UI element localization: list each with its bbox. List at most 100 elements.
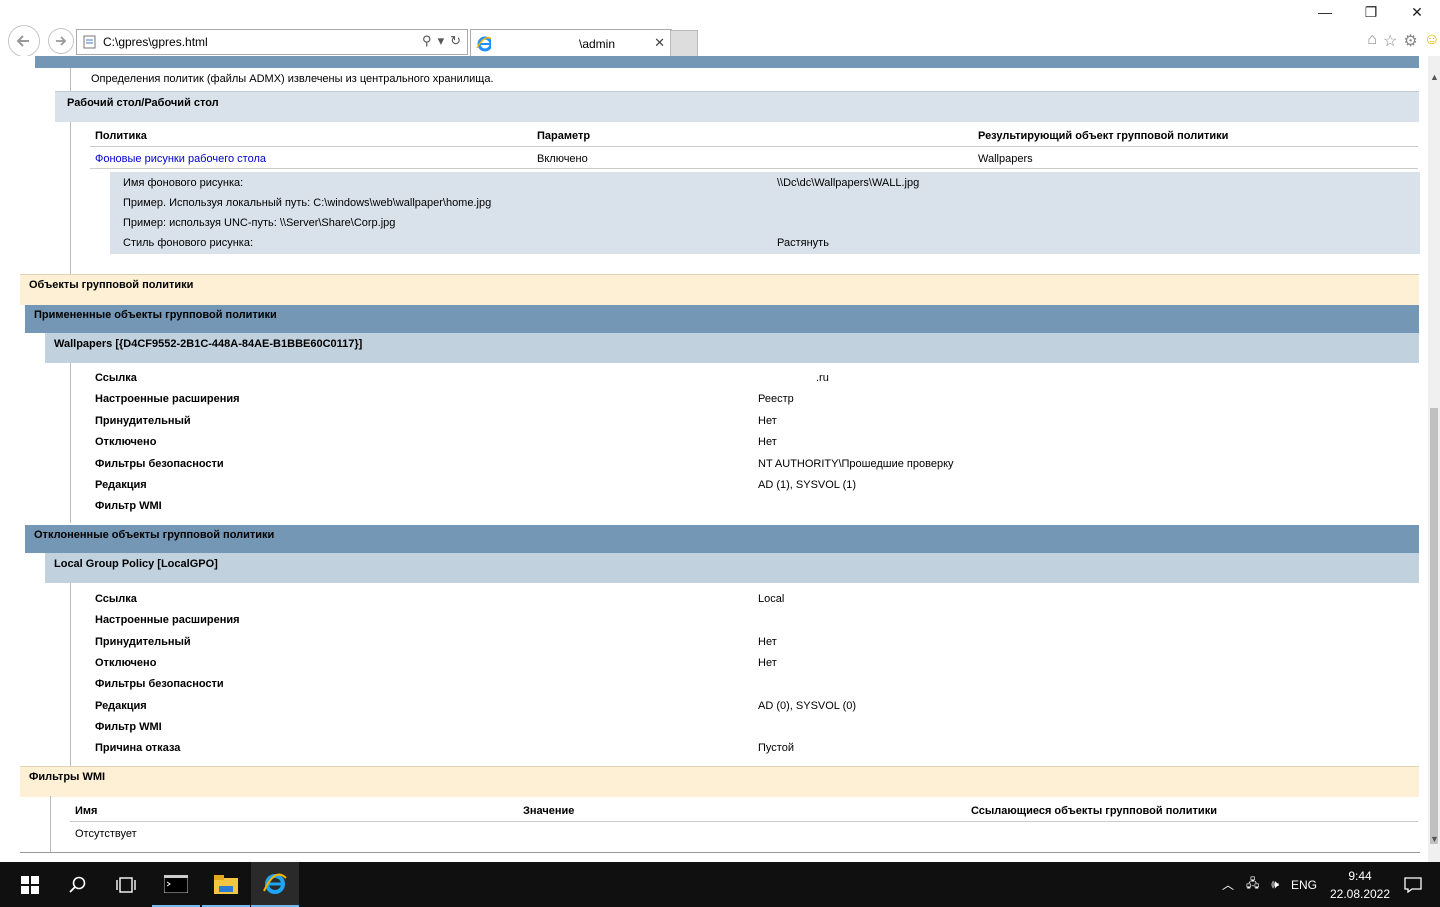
browser-window: C:\gpres\gpres.html ⚲ ▾ ↻ \admin ✕ — ❐ ✕… bbox=[0, 0, 1440, 862]
smiley-icon[interactable]: ☺ bbox=[1424, 31, 1440, 51]
applied-gpo-title: Примененные объекты групповой политики bbox=[34, 309, 277, 321]
notifications-button[interactable] bbox=[1404, 862, 1422, 907]
policy-setting-value: Включено bbox=[537, 153, 588, 165]
vertical-scrollbar[interactable]: ▲ ▼ bbox=[1428, 56, 1440, 862]
search-icon bbox=[69, 876, 86, 893]
network-icon[interactable]: 🖧 bbox=[1246, 874, 1259, 895]
detail-row-value: NT AUTHORITY\Прошедшие проверку bbox=[758, 457, 954, 470]
detail-row-value: AD (1), SYSVOL (1) bbox=[758, 479, 857, 491]
taskbar-ie[interactable] bbox=[251, 862, 299, 907]
detail-row-value: Нет bbox=[758, 635, 777, 648]
search-button[interactable] bbox=[54, 862, 102, 907]
policy-link-wallpaper[interactable]: Фоновые рисунки рабочего стола bbox=[95, 153, 266, 165]
taskbar-cmd[interactable] bbox=[152, 862, 200, 907]
policy-details-box: Имя фонового рисунка: \\Dc\dc\Wallpapers… bbox=[110, 172, 1420, 254]
close-tab-icon[interactable]: ✕ bbox=[654, 35, 665, 51]
detail-row-label: Отключено bbox=[95, 656, 157, 669]
detail-row-label: Редакция bbox=[95, 479, 147, 491]
start-button[interactable] bbox=[6, 862, 54, 907]
col-header-setting: Параметр bbox=[537, 130, 591, 142]
section-header-strip bbox=[35, 56, 1419, 68]
col-header-policy: Политика bbox=[95, 130, 147, 142]
forward-button[interactable] bbox=[48, 28, 74, 54]
clock[interactable]: 9:44 22.08.2022 bbox=[1330, 862, 1390, 907]
applied-gpo-item-header: Wallpapers [{D4CF9552-2B1C-448A-84AE-B1B… bbox=[45, 333, 1419, 363]
notification-icon bbox=[1404, 876, 1422, 893]
scroll-up-icon[interactable]: ▲ bbox=[1430, 72, 1439, 82]
language-indicator[interactable]: ENG bbox=[1291, 878, 1317, 892]
tray-chevron-icon[interactable]: ︿ bbox=[1222, 876, 1234, 893]
wmi-col-value: Значение bbox=[523, 805, 575, 817]
desktop-section-header: Рабочий стол/Рабочий стол bbox=[55, 91, 1419, 122]
page-content: Определения политик (файлы ADMX) извлече… bbox=[0, 56, 1427, 862]
detail-row-label: Ссылка bbox=[95, 372, 137, 384]
detail-row-label: Редакция bbox=[95, 699, 147, 712]
taskbar-explorer[interactable] bbox=[202, 862, 250, 907]
detail-row-label: Фильтры безопасности bbox=[95, 457, 224, 470]
detail-row-value: Нет bbox=[758, 414, 777, 427]
restore-button[interactable]: ❐ bbox=[1348, 4, 1394, 21]
detail-row-label: Ссылка bbox=[95, 593, 137, 605]
file-explorer-icon bbox=[214, 874, 238, 894]
detail-row-value: Нет bbox=[758, 436, 777, 449]
command-prompt-icon bbox=[164, 874, 188, 893]
task-view-icon bbox=[116, 876, 136, 893]
clock-date: 22.08.2022 bbox=[1329, 886, 1391, 901]
applied-gpo-name: Wallpapers [{D4CF9552-2B1C-448A-84AE-B1B… bbox=[54, 338, 363, 350]
detail-label-wallpaper-name: Имя фонового рисунка: bbox=[123, 177, 244, 189]
browser-toolbar: C:\gpres\gpres.html ⚲ ▾ ↻ \admin ✕ — ❐ ✕… bbox=[0, 0, 1440, 64]
detail-row-label: Принудительный bbox=[95, 414, 191, 427]
new-tab-button[interactable] bbox=[670, 30, 698, 57]
page-icon bbox=[83, 35, 96, 49]
desktop-section-title: Рабочий стол/Рабочий стол bbox=[67, 97, 219, 109]
wmi-col-linked-gpos: Ссылающиеся объекты групповой политики bbox=[971, 805, 1217, 817]
home-icon[interactable]: ⌂ bbox=[1367, 31, 1377, 51]
denied-gpo-header: Отклоненные объекты групповой политики bbox=[25, 525, 1419, 553]
dropdown-icon[interactable]: ▾ bbox=[438, 33, 445, 49]
wmi-section-header: Фильтры WMI bbox=[20, 766, 1419, 797]
system-tray: ︿ 🖧 🕪 ENG bbox=[1222, 862, 1317, 907]
detail-row-value: AD (0), SYSVOL (0) bbox=[758, 699, 857, 712]
close-button[interactable]: ✕ bbox=[1394, 4, 1440, 21]
scroll-down-icon[interactable]: ▼ bbox=[1430, 834, 1439, 844]
denied-gpo-item-header: Local Group Policy [LocalGPO] bbox=[45, 553, 1419, 583]
internet-explorer-icon bbox=[263, 873, 287, 894]
search-icon[interactable]: ⚲ bbox=[422, 33, 432, 49]
gpo-section-title: Объекты групповой политики bbox=[29, 279, 194, 291]
detail-row-label: Настроенные расширения bbox=[95, 393, 240, 406]
wmi-section-title: Фильтры WMI bbox=[29, 771, 106, 783]
detail-example-unc: Пример: используя UNC-путь: \\Server\Sha… bbox=[123, 217, 396, 229]
forward-arrow-icon bbox=[56, 36, 67, 46]
minimize-button[interactable]: — bbox=[1302, 4, 1348, 21]
detail-row-label: Принудительный bbox=[95, 635, 191, 648]
tab-title: \admin bbox=[579, 37, 616, 51]
refresh-icon[interactable]: ↻ bbox=[450, 33, 461, 49]
denied-gpo-name: Local Group Policy [LocalGPO] bbox=[54, 558, 218, 570]
detail-row-value: Local bbox=[758, 593, 785, 605]
windows-logo-icon bbox=[21, 875, 39, 894]
gpo-section-header: Объекты групповой политики bbox=[20, 274, 1419, 305]
clock-time: 9:44 bbox=[1348, 868, 1372, 883]
col-header-gpo: Результирующий объект групповой политики bbox=[978, 130, 1229, 142]
scrollbar-thumb[interactable] bbox=[1430, 408, 1438, 844]
address-text: C:\gpres\gpres.html bbox=[103, 35, 208, 49]
detail-row-label: Фильтры безопасности bbox=[95, 678, 224, 691]
detail-row-value: Реестр bbox=[758, 393, 794, 406]
detail-row-label: Настроенные расширения bbox=[95, 614, 240, 627]
volume-icon[interactable]: 🕪 bbox=[1271, 877, 1279, 892]
favorites-icon[interactable]: ☆ bbox=[1383, 31, 1397, 51]
detail-row-label: Отключено bbox=[95, 436, 157, 449]
detail-row-value: .ru bbox=[816, 372, 829, 384]
denied-gpo-title: Отклоненные объекты групповой политики bbox=[34, 529, 275, 541]
tab-gpres[interactable]: \admin ✕ bbox=[470, 29, 672, 64]
detail-row-label: Фильтр WMI bbox=[95, 720, 162, 733]
detail-label-style: Стиль фонового рисунка: bbox=[123, 237, 254, 249]
back-button[interactable] bbox=[8, 25, 40, 57]
detail-example-local: Пример. Используя локальный путь: C:\win… bbox=[123, 197, 492, 209]
settings-gear-icon[interactable]: ⚙ bbox=[1403, 31, 1417, 51]
policy-gpo-value: Wallpapers bbox=[978, 153, 1033, 165]
detail-row-label: Причина отказа bbox=[95, 742, 181, 755]
address-bar[interactable]: C:\gpres\gpres.html ⚲ ▾ ↻ bbox=[76, 29, 468, 55]
task-view-button[interactable] bbox=[102, 862, 150, 907]
admx-note: Определения политик (файлы ADMX) извлече… bbox=[91, 73, 494, 85]
